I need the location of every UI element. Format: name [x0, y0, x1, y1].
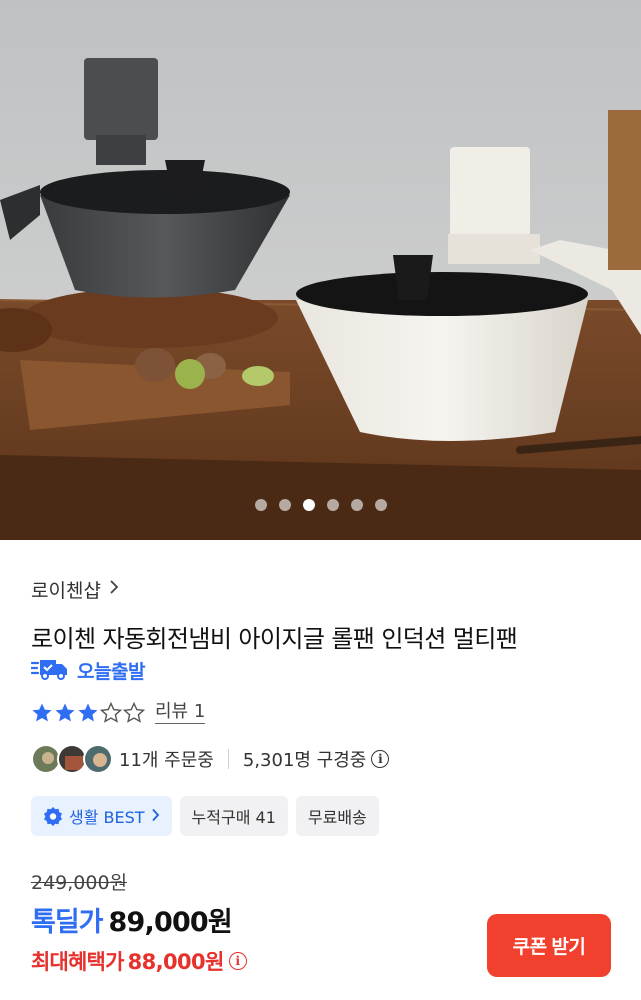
product-gallery[interactable] — [0, 0, 641, 540]
review-link[interactable]: 리뷰 1 — [155, 701, 206, 724]
divider — [227, 749, 229, 769]
tag-label: 무료배송 — [307, 808, 367, 827]
rating-row[interactable]: 리뷰 1 — [31, 701, 206, 724]
best-badge-icon — [43, 806, 63, 826]
tag-label: 누적구매 41 — [191, 808, 276, 827]
star-rating — [31, 701, 145, 724]
orders-row: 11개 주문중 5,301명 구경중 i — [31, 744, 390, 774]
max-benefit-row: 최대혜택가 88,000원 i — [31, 946, 247, 976]
sale-price-row: 톡딜가 89,000원 — [31, 900, 233, 939]
tag-label: 생활 BEST — [69, 808, 145, 827]
chevron-right-icon — [151, 807, 160, 826]
store-link[interactable]: 로이첸샵 — [31, 576, 119, 603]
pagination-dot[interactable] — [254, 499, 267, 511]
max-benefit-label: 최대혜택가 — [31, 950, 124, 974]
original-price: 249,000원 — [31, 872, 128, 894]
star-filled-icon — [32, 703, 52, 721]
product-image — [0, 0, 641, 540]
pagination-dot[interactable] — [326, 499, 339, 511]
info-icon[interactable]: i — [371, 750, 390, 768]
product-title: 로이첸 자동회전냄비 아이지글 롤팬 인덕션 멀티팬 — [31, 625, 518, 653]
pagination-dot[interactable] — [374, 499, 387, 511]
max-benefit-price: 88,000원 — [127, 950, 225, 974]
sale-price-label: 톡딜가 — [31, 907, 104, 938]
star-empty-icon — [100, 701, 122, 723]
best-category-tag[interactable]: 생활 BEST — [31, 796, 172, 836]
dispatch-badge: 오늘출발 — [29, 656, 145, 684]
viewer-count: 5,301명 구경중 — [242, 750, 367, 771]
fast-truck-icon — [29, 656, 69, 684]
avatar — [83, 744, 113, 774]
pagination-dot-active[interactable] — [302, 499, 315, 511]
get-coupon-button[interactable]: 쿠폰 받기 — [487, 914, 611, 977]
buyer-avatars — [31, 744, 113, 774]
chevron-right-icon — [109, 579, 119, 600]
pagination-dot[interactable] — [278, 499, 291, 511]
gallery-pagination[interactable] — [0, 499, 641, 511]
star-empty-icon — [123, 701, 145, 723]
free-shipping-tag: 무료배송 — [295, 796, 379, 836]
info-icon[interactable]: i — [228, 952, 247, 970]
cumulative-purchase-tag: 누적구매 41 — [179, 796, 288, 836]
sale-price: 89,000원 — [108, 907, 233, 938]
star-filled-icon — [78, 703, 98, 721]
pagination-dot[interactable] — [350, 499, 363, 511]
store-name: 로이첸샵 — [31, 580, 101, 602]
tag-list: 생활 BEST 누적구매 41 무료배송 — [31, 796, 379, 836]
dispatch-label: 오늘출발 — [77, 660, 145, 683]
order-count: 11개 주문중 — [119, 750, 214, 771]
star-filled-icon — [55, 703, 75, 721]
